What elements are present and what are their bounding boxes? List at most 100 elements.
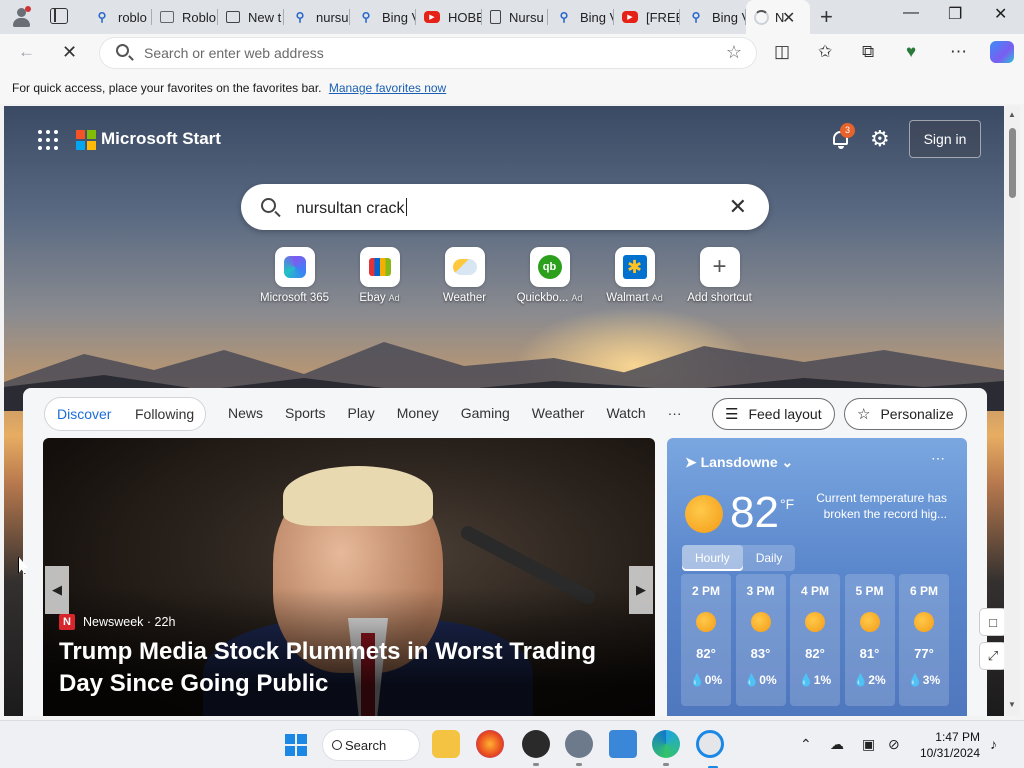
- close-window-icon[interactable]: ✕: [994, 4, 1007, 24]
- nav-weather[interactable]: Weather: [532, 405, 585, 421]
- nav-watch[interactable]: Watch: [606, 405, 645, 421]
- notification-bell-icon[interactable]: ♪: [990, 736, 997, 752]
- tab-roblox-search[interactable]: ⚲ roblo: [86, 0, 152, 34]
- split-screen-icon[interactable]: ◫: [774, 42, 790, 62]
- tab-nursultan-search[interactable]: ⚲ nursu: [284, 0, 350, 34]
- tab-bing-video-3[interactable]: ⚲ Bing V: [680, 0, 746, 34]
- restore-icon[interactable]: ❐: [948, 4, 962, 24]
- firefox-icon[interactable]: [476, 730, 504, 758]
- carousel-next-button[interactable]: ▶: [629, 566, 653, 614]
- tab-actions-icon[interactable]: [50, 8, 68, 24]
- forecast-hour[interactable]: 2 PM 82° 💧0%: [681, 574, 731, 706]
- feedback-icon[interactable]: □: [979, 608, 1004, 636]
- favorites-icon[interactable]: ✩: [818, 42, 832, 62]
- forecast-hour[interactable]: 6 PM 77° 💧3%: [899, 574, 949, 706]
- page-scrollbar[interactable]: ▲ ▼: [1005, 106, 1020, 716]
- tab-youtube-free[interactable]: ▶ [FREE: [614, 0, 680, 34]
- weather-card[interactable]: ➤ Lansdowne ⌄ ⋯ 82 °F Current temperatur…: [667, 438, 967, 716]
- favorites-bar: For quick access, place your favorites o…: [0, 72, 1024, 104]
- forecast-hour[interactable]: 3 PM 83° 💧0%: [735, 574, 786, 706]
- story-source[interactable]: N Newsweek · 22h: [59, 614, 175, 630]
- favorite-star-icon[interactable]: ☆: [726, 42, 742, 63]
- system-clock[interactable]: 1:47 PM 10/31/2024: [914, 729, 980, 761]
- copilot-icon[interactable]: [990, 41, 1014, 63]
- tab-roblox[interactable]: Roblo: [152, 0, 218, 34]
- taskbar-search[interactable]: Search: [322, 729, 420, 761]
- settings-gear-icon[interactable]: [565, 730, 593, 766]
- web-search-box[interactable]: nursultan crack ✕: [241, 184, 769, 230]
- nav-gaming[interactable]: Gaming: [461, 405, 510, 421]
- expand-icon[interactable]: ⤢: [979, 642, 1004, 670]
- search-query-text[interactable]: nursultan crack: [296, 198, 407, 218]
- forecast-hour[interactable]: 4 PM 82° 💧1%: [790, 574, 840, 706]
- shortcut-quickbooks[interactable]: qb Quickbo... Ad: [507, 247, 592, 304]
- forecast-hour[interactable]: 5 PM 81° 💧2%: [844, 574, 895, 706]
- more-options-icon[interactable]: ⋯: [931, 450, 945, 467]
- obs-icon[interactable]: [522, 730, 550, 766]
- nav-more[interactable]: ···: [668, 405, 682, 421]
- weather-location[interactable]: ➤ Lansdowne ⌄: [685, 454, 793, 471]
- network-icon[interactable]: ☁: [830, 736, 844, 753]
- notepad-icon[interactable]: [609, 730, 637, 758]
- hour-precip: 💧3%: [908, 673, 940, 687]
- tab-youtube-hobb[interactable]: ▶ HOBB: [416, 0, 482, 34]
- tab-new-tab[interactable]: New t: [218, 0, 284, 34]
- collections-icon[interactable]: ⧉: [862, 42, 874, 62]
- scrollbar-thumb[interactable]: [1009, 128, 1016, 198]
- app-launcher-icon[interactable]: [38, 130, 58, 150]
- tab-discover[interactable]: Discover: [57, 406, 111, 422]
- volume-muted-icon[interactable]: ⊘: [888, 736, 900, 753]
- story-headline[interactable]: Trump Media Stock Plummets in Worst Trad…: [59, 636, 639, 700]
- display-icon[interactable]: ▣: [862, 736, 875, 753]
- manage-favorites-link[interactable]: Manage favorites now: [329, 81, 446, 95]
- carousel-prev-button[interactable]: ◀: [45, 566, 69, 614]
- hero-story-card[interactable]: ◀ ▶ N Newsweek · 22h Trump Media Stock Pl…: [43, 438, 655, 716]
- scroll-up-icon[interactable]: ▲: [1008, 110, 1016, 119]
- close-tab-icon[interactable]: ✕: [782, 8, 795, 28]
- weather-alert-text[interactable]: Current temperature has broken the recor…: [807, 490, 947, 522]
- back-icon[interactable]: ←: [18, 42, 35, 62]
- shortcut-label: Walmart: [606, 292, 649, 304]
- ad-label: Ad: [388, 293, 400, 303]
- walmart-icon: ✱: [622, 255, 647, 279]
- tab-nursultan-doc[interactable]: Nursu: [482, 0, 548, 34]
- tab-hourly[interactable]: Hourly: [682, 545, 743, 571]
- nav-play[interactable]: Play: [347, 405, 374, 421]
- shortcut-ebay[interactable]: Ebay Ad: [337, 247, 422, 304]
- address-bar[interactable]: ☆: [100, 38, 756, 68]
- sign-in-button[interactable]: Sign in: [909, 120, 981, 158]
- tab-bing-video-2[interactable]: ⚲ Bing V: [548, 0, 614, 34]
- clear-search-icon[interactable]: ✕: [729, 194, 747, 220]
- settings-gear-icon[interactable]: ⚙: [870, 126, 890, 152]
- nav-sports[interactable]: Sports: [285, 405, 325, 421]
- new-tab-icon: [226, 11, 240, 23]
- show-hidden-icons-icon[interactable]: ⌃: [800, 736, 812, 753]
- chrome-icon[interactable]: [696, 730, 724, 768]
- temperature-unit[interactable]: °F: [780, 496, 794, 512]
- nav-news[interactable]: News: [228, 405, 263, 421]
- windows-start-icon[interactable]: [285, 734, 307, 756]
- brand-title[interactable]: Microsoft Start: [101, 129, 221, 149]
- personalize-button[interactable]: ☆ Personalize: [844, 398, 967, 430]
- tab-active[interactable]: N: [746, 0, 810, 34]
- tab-bing-video-1[interactable]: ⚲ Bing V: [350, 0, 416, 34]
- feed-layout-button[interactable]: ☰ Feed layout: [712, 398, 835, 430]
- shortcut-microsoft365[interactable]: Microsoft 365: [252, 247, 337, 304]
- new-tab-plus-icon[interactable]: +: [820, 4, 833, 30]
- profile-icon[interactable]: [10, 6, 32, 28]
- edge-icon[interactable]: [652, 730, 680, 766]
- stop-loading-icon[interactable]: ✕: [62, 42, 77, 63]
- more-menu-icon[interactable]: ⋯: [950, 42, 967, 62]
- address-input[interactable]: [144, 43, 704, 63]
- feed-toggle: Discover Following: [44, 397, 206, 431]
- shortcut-weather[interactable]: Weather: [422, 247, 507, 304]
- scroll-down-icon[interactable]: ▼: [1008, 700, 1016, 709]
- tab-daily[interactable]: Daily: [743, 545, 796, 571]
- file-explorer-icon[interactable]: [432, 730, 460, 758]
- shortcut-add[interactable]: + Add shortcut: [677, 247, 762, 304]
- browser-essentials-icon[interactable]: ♥: [906, 42, 916, 62]
- nav-money[interactable]: Money: [397, 405, 439, 421]
- shortcut-walmart[interactable]: ✱ Walmart Ad: [592, 247, 677, 304]
- minimize-icon[interactable]: —: [903, 4, 919, 22]
- tab-following[interactable]: Following: [135, 406, 194, 422]
